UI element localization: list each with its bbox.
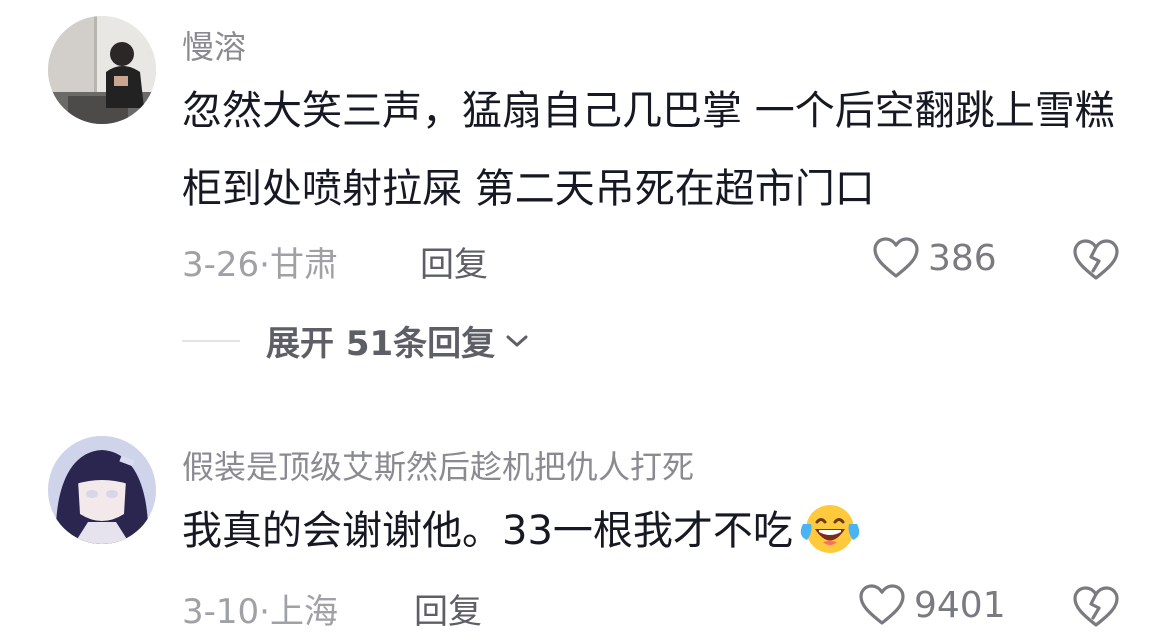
date-location: 3-26·甘肃 [182,245,338,285]
avatar[interactable] [48,436,156,544]
expand-replies-button[interactable]: 展开 51条回复 [182,316,531,365]
comment-item: 假装是顶级艾斯然后趁机把仇人打死 我真的会谢谢他。33一根我才不吃 3-10·上… [0,412,1170,644]
username[interactable]: 慢溶 [182,22,246,68]
comment-text-body: 我真的会谢谢他。33一根我才不吃 [182,508,793,554]
laughing-with-tears-emoji-icon [800,505,860,553]
like-button[interactable]: 9401 [858,583,1006,627]
heart-outline-icon [873,237,919,278]
heart-outline-icon [859,584,905,625]
reply-button[interactable]: 回复 [414,584,482,633]
like-button[interactable]: 386 [872,236,997,280]
broken-heart-icon[interactable] [1072,238,1120,282]
divider [182,339,240,342]
avatar-image [48,436,156,544]
chevron-down-icon [506,335,528,346]
reply-button[interactable]: 回复 [420,237,488,286]
avatar-image [48,16,156,124]
comment-text: 我真的会谢谢他。33一根我才不吃 [182,492,1132,570]
date-location: 3-10·上海 [182,592,338,632]
username[interactable]: 假装是顶级艾斯然后趁机把仇人打死 [182,442,694,488]
like-count: 386 [928,237,997,279]
comment-item: 慢溶 忽然大笑三声，猛扇自己几巴掌 一个后空翻跳上雪糕柜到处喷射拉屎 第二天吊死… [0,0,1170,400]
broken-heart-icon[interactable] [1072,585,1120,629]
like-count: 9401 [914,584,1006,626]
expand-replies-label: 展开 51条回复 [266,324,496,364]
comment-text: 忽然大笑三声，猛扇自己几巴掌 一个后空翻跳上雪糕柜到处喷射拉屎 第二天吊死在超市… [182,88,1115,212]
avatar[interactable] [48,16,156,124]
